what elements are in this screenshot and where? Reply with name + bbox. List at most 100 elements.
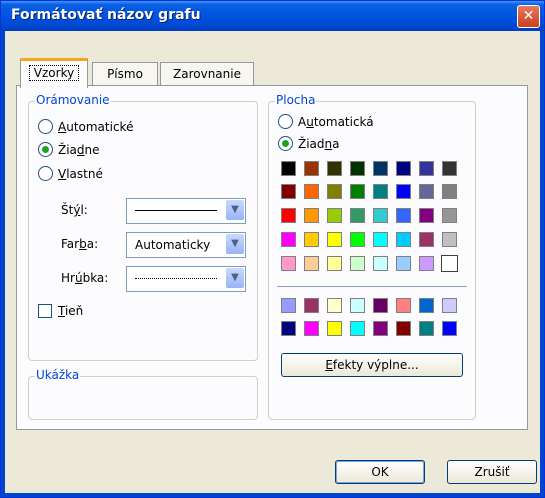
chevron-down-icon[interactable]: ▼ bbox=[226, 200, 244, 220]
radio-label: Žiadna bbox=[298, 136, 340, 151]
color-swatch[interactable] bbox=[442, 232, 457, 247]
color-swatch[interactable] bbox=[396, 232, 411, 247]
color-swatch[interactable] bbox=[419, 184, 434, 199]
tab-zarovnanie[interactable]: Zarovnanie bbox=[160, 62, 254, 85]
fill-effects-button[interactable]: Efekty výplne... bbox=[281, 353, 463, 377]
color-swatch[interactable] bbox=[281, 256, 296, 271]
border-none-radio[interactable]: Žiadne bbox=[38, 142, 100, 157]
color-swatch[interactable] bbox=[396, 256, 411, 271]
color-swatch[interactable] bbox=[442, 321, 457, 336]
color-swatch[interactable] bbox=[350, 184, 365, 199]
border-custom-radio[interactable]: Vlastné bbox=[38, 166, 103, 181]
line-weight-preview bbox=[135, 278, 217, 279]
color-swatch[interactable] bbox=[419, 161, 434, 176]
tab-vzorky[interactable]: Vzorky bbox=[20, 58, 88, 88]
style-label: Štýl: bbox=[61, 203, 88, 217]
radio-selected-dot bbox=[282, 140, 289, 147]
color-swatch[interactable] bbox=[350, 298, 365, 313]
close-icon: ✕ bbox=[522, 8, 535, 24]
color-swatch[interactable] bbox=[350, 161, 365, 176]
color-swatch[interactable] bbox=[419, 298, 434, 313]
color-swatch[interactable] bbox=[281, 184, 296, 199]
color-swatch[interactable] bbox=[350, 208, 365, 223]
color-swatch[interactable] bbox=[396, 298, 411, 313]
color-swatch[interactable] bbox=[373, 161, 388, 176]
color-swatch[interactable] bbox=[442, 298, 457, 313]
color-swatch[interactable] bbox=[442, 208, 457, 223]
color-swatch[interactable] bbox=[350, 232, 365, 247]
line-color-value: Automaticky bbox=[135, 238, 211, 252]
window-frame-bottom bbox=[1, 493, 544, 497]
color-swatch[interactable] bbox=[350, 256, 365, 271]
cancel-button[interactable]: Zrušiť bbox=[447, 460, 537, 484]
ok-button[interactable]: OK bbox=[335, 460, 425, 484]
color-swatch[interactable] bbox=[327, 184, 342, 199]
color-swatch[interactable] bbox=[281, 232, 296, 247]
color-swatch[interactable] bbox=[281, 321, 296, 336]
radio-circle bbox=[278, 136, 293, 151]
radio-label: Žiadne bbox=[58, 142, 100, 157]
area-auto-radio[interactable]: Automatická bbox=[278, 114, 374, 129]
color-swatch[interactable] bbox=[442, 161, 457, 176]
color-swatch[interactable] bbox=[419, 232, 434, 247]
line-style-preview bbox=[135, 210, 217, 211]
color-swatch[interactable] bbox=[419, 321, 434, 336]
color-swatch[interactable] bbox=[327, 298, 342, 313]
color-swatch[interactable] bbox=[442, 184, 457, 199]
color-swatch[interactable] bbox=[441, 255, 458, 272]
line-weight-combo[interactable]: ▼ bbox=[126, 266, 246, 292]
shadow-checkbox[interactable]: Tieň bbox=[38, 304, 83, 318]
color-swatch[interactable] bbox=[327, 321, 342, 336]
color-swatch[interactable] bbox=[373, 184, 388, 199]
tab-pismo[interactable]: Písmo bbox=[92, 62, 158, 85]
checkbox-box bbox=[38, 304, 52, 318]
color-swatch[interactable] bbox=[350, 321, 365, 336]
radio-label: Automatické bbox=[58, 119, 134, 134]
color-swatch[interactable] bbox=[281, 208, 296, 223]
color-swatch[interactable] bbox=[281, 161, 296, 176]
color-swatch[interactable] bbox=[281, 298, 296, 313]
color-swatch[interactable] bbox=[419, 256, 434, 271]
title-bar[interactable]: Formátovať názov grafu ✕ bbox=[1, 1, 544, 31]
color-swatch[interactable] bbox=[304, 256, 319, 271]
window-frame-left bbox=[1, 31, 5, 497]
color-swatch[interactable] bbox=[419, 208, 434, 223]
radio-selected-dot bbox=[42, 146, 49, 153]
chevron-down-icon[interactable]: ▼ bbox=[226, 268, 244, 288]
area-group-legend: Plocha bbox=[275, 93, 317, 107]
window-frame-right bbox=[540, 31, 544, 497]
color-swatch[interactable] bbox=[304, 321, 319, 336]
color-swatch[interactable] bbox=[327, 161, 342, 176]
color-swatch[interactable] bbox=[304, 298, 319, 313]
dialog-title: Formátovať názov grafu bbox=[11, 7, 201, 23]
color-swatch[interactable] bbox=[304, 161, 319, 176]
chevron-down-icon[interactable]: ▼ bbox=[226, 234, 244, 254]
color-swatch[interactable] bbox=[304, 232, 319, 247]
color-swatch[interactable] bbox=[373, 232, 388, 247]
color-swatch[interactable] bbox=[396, 161, 411, 176]
color-swatch[interactable] bbox=[373, 298, 388, 313]
color-swatch[interactable] bbox=[327, 256, 342, 271]
radio-circle bbox=[278, 114, 293, 129]
radio-label: Vlastné bbox=[58, 166, 103, 181]
close-button[interactable]: ✕ bbox=[517, 5, 540, 28]
line-style-combo[interactable]: ▼ bbox=[126, 198, 246, 224]
color-swatch[interactable] bbox=[304, 208, 319, 223]
color-swatch[interactable] bbox=[327, 232, 342, 247]
color-swatch[interactable] bbox=[304, 184, 319, 199]
line-color-combo[interactable]: Automaticky ▼ bbox=[126, 232, 246, 258]
color-swatch[interactable] bbox=[396, 184, 411, 199]
area-none-radio[interactable]: Žiadna bbox=[278, 136, 340, 151]
color-swatch[interactable] bbox=[373, 208, 388, 223]
tab-panel: Orámovanie Automatické Žiadne Vlastné Št… bbox=[16, 85, 528, 430]
color-swatch[interactable] bbox=[373, 256, 388, 271]
color-swatch[interactable] bbox=[396, 208, 411, 223]
color-swatch[interactable] bbox=[327, 208, 342, 223]
color-swatch[interactable] bbox=[396, 321, 411, 336]
border-auto-radio[interactable]: Automatické bbox=[38, 119, 133, 134]
color-swatch[interactable] bbox=[373, 321, 388, 336]
tab-label: Vzorky bbox=[28, 65, 80, 81]
radio-label: Automatická bbox=[298, 114, 374, 129]
tab-label: Písmo bbox=[107, 67, 143, 81]
radio-circle bbox=[38, 119, 53, 134]
